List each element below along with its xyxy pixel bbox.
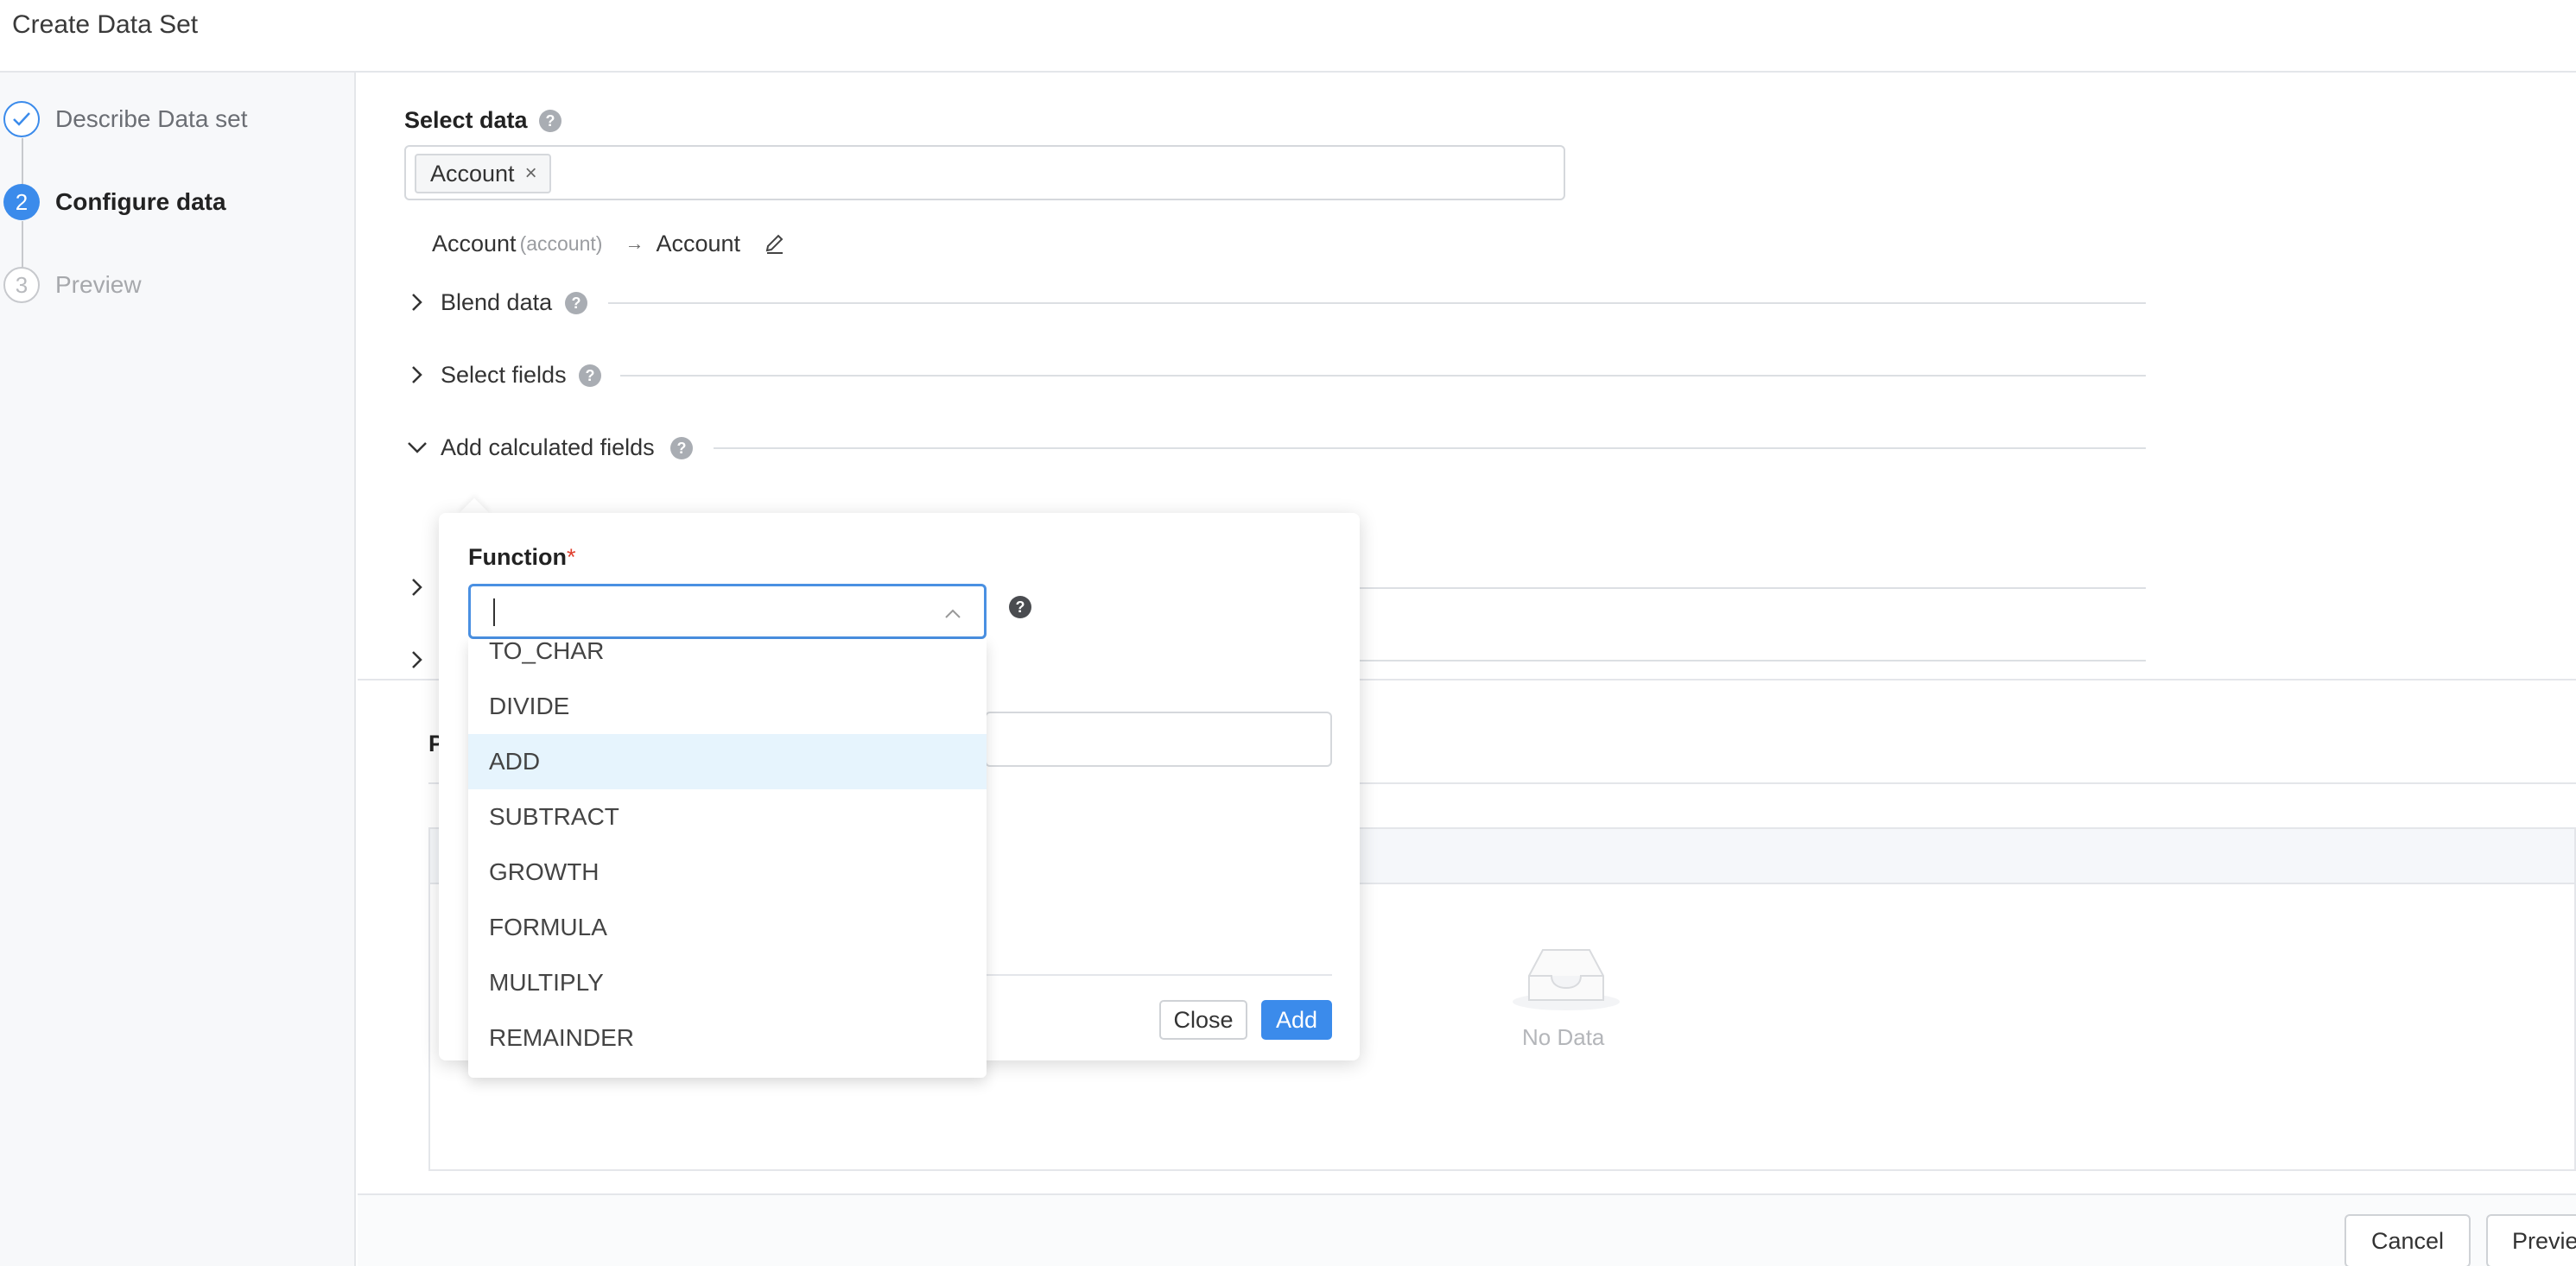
help-icon[interactable]: ? [565,292,587,314]
divider [1360,660,2146,661]
section-label: Add calculated fields [441,434,655,460]
text-cursor [493,598,495,626]
edit-icon[interactable] [763,231,787,256]
divider [1360,587,2146,589]
mapping-source-api: (account) [519,231,603,255]
check-icon [3,101,40,137]
section-label: Select fields [441,361,567,388]
tag-remove-icon[interactable]: × [525,161,537,186]
cancel-button[interactable]: Cancel [2344,1214,2471,1266]
chevron-right-icon [406,364,428,386]
help-icon[interactable]: ? [1009,596,1031,618]
top-bar: Create Data Set [0,0,2576,73]
blend-data-toggle[interactable]: Blend data [406,285,552,320]
divider [608,302,2146,304]
field-name-input[interactable] [985,712,1332,767]
step-connector [22,138,23,188]
option-remainder[interactable]: REMAINDER [468,1010,987,1066]
divider [714,447,2146,449]
preview-button[interactable]: Previe [2486,1214,2576,1266]
function-select[interactable] [468,584,987,639]
chevron-right-icon [406,649,428,671]
page-title: Create Data Set [12,10,199,39]
divider [987,974,1332,976]
function-label: Function* [468,544,576,570]
option-formula[interactable]: FORMULA [468,900,987,955]
object-mapping: Account (account) → Account [432,226,787,261]
step-describe[interactable]: Describe Data set [3,100,248,138]
step-preview[interactable]: 3 Preview [3,266,142,304]
section-label: Blend data [441,288,553,315]
empty-state-text: No Data [1522,1024,1605,1050]
step-label: Preview [55,271,142,298]
mapping-source: Account [432,230,517,256]
help-icon[interactable]: ? [670,437,693,459]
chevron-up-icon [942,604,963,624]
option-to-char[interactable]: TO_CHAR [468,639,987,679]
step-number: 3 [3,267,40,303]
step-label: Describe Data set [55,105,248,132]
step-connector [22,221,23,271]
option-subtract[interactable]: SUBTRACT [468,789,987,845]
close-button[interactable]: Close [1159,1000,1247,1040]
help-icon[interactable]: ? [539,110,562,132]
function-options-list: TO_CHAR DIVIDE ADD SUBTRACT GROWTH FORMU… [468,639,987,1078]
mapping-target: Account [656,230,740,256]
steps-sidebar [0,73,356,1266]
divider [620,375,2146,377]
select-fields-toggle[interactable]: Select fields [406,358,567,392]
add-button[interactable]: Add [1261,1000,1332,1040]
empty-inbox-icon [1510,938,1622,1012]
option-add[interactable]: ADD [468,734,987,789]
step-number: 2 [3,184,40,220]
step-label: Configure data [55,188,226,215]
calculated-fields-toggle[interactable]: Add calculated fields [406,430,655,465]
hidden-section-toggle[interactable] [406,642,428,677]
option-divide[interactable]: DIVIDE [468,679,987,734]
step-configure[interactable]: 2 Configure data [3,183,226,221]
select-data-label: Select data [404,107,528,133]
chevron-right-icon [406,576,428,598]
arrow-right-icon: → [625,232,644,254]
footer [358,1195,2576,1266]
chevron-right-icon [406,291,428,313]
tag-label: Account [430,160,515,187]
option-multiply[interactable]: MULTIPLY [468,955,987,1010]
help-icon[interactable]: ? [579,364,601,387]
chevron-down-icon [406,436,428,459]
hidden-section-toggle[interactable] [406,570,428,605]
selected-tag: Account × [415,154,551,193]
select-data-input[interactable]: Account × [404,145,1565,200]
option-growth[interactable]: GROWTH [468,845,987,900]
